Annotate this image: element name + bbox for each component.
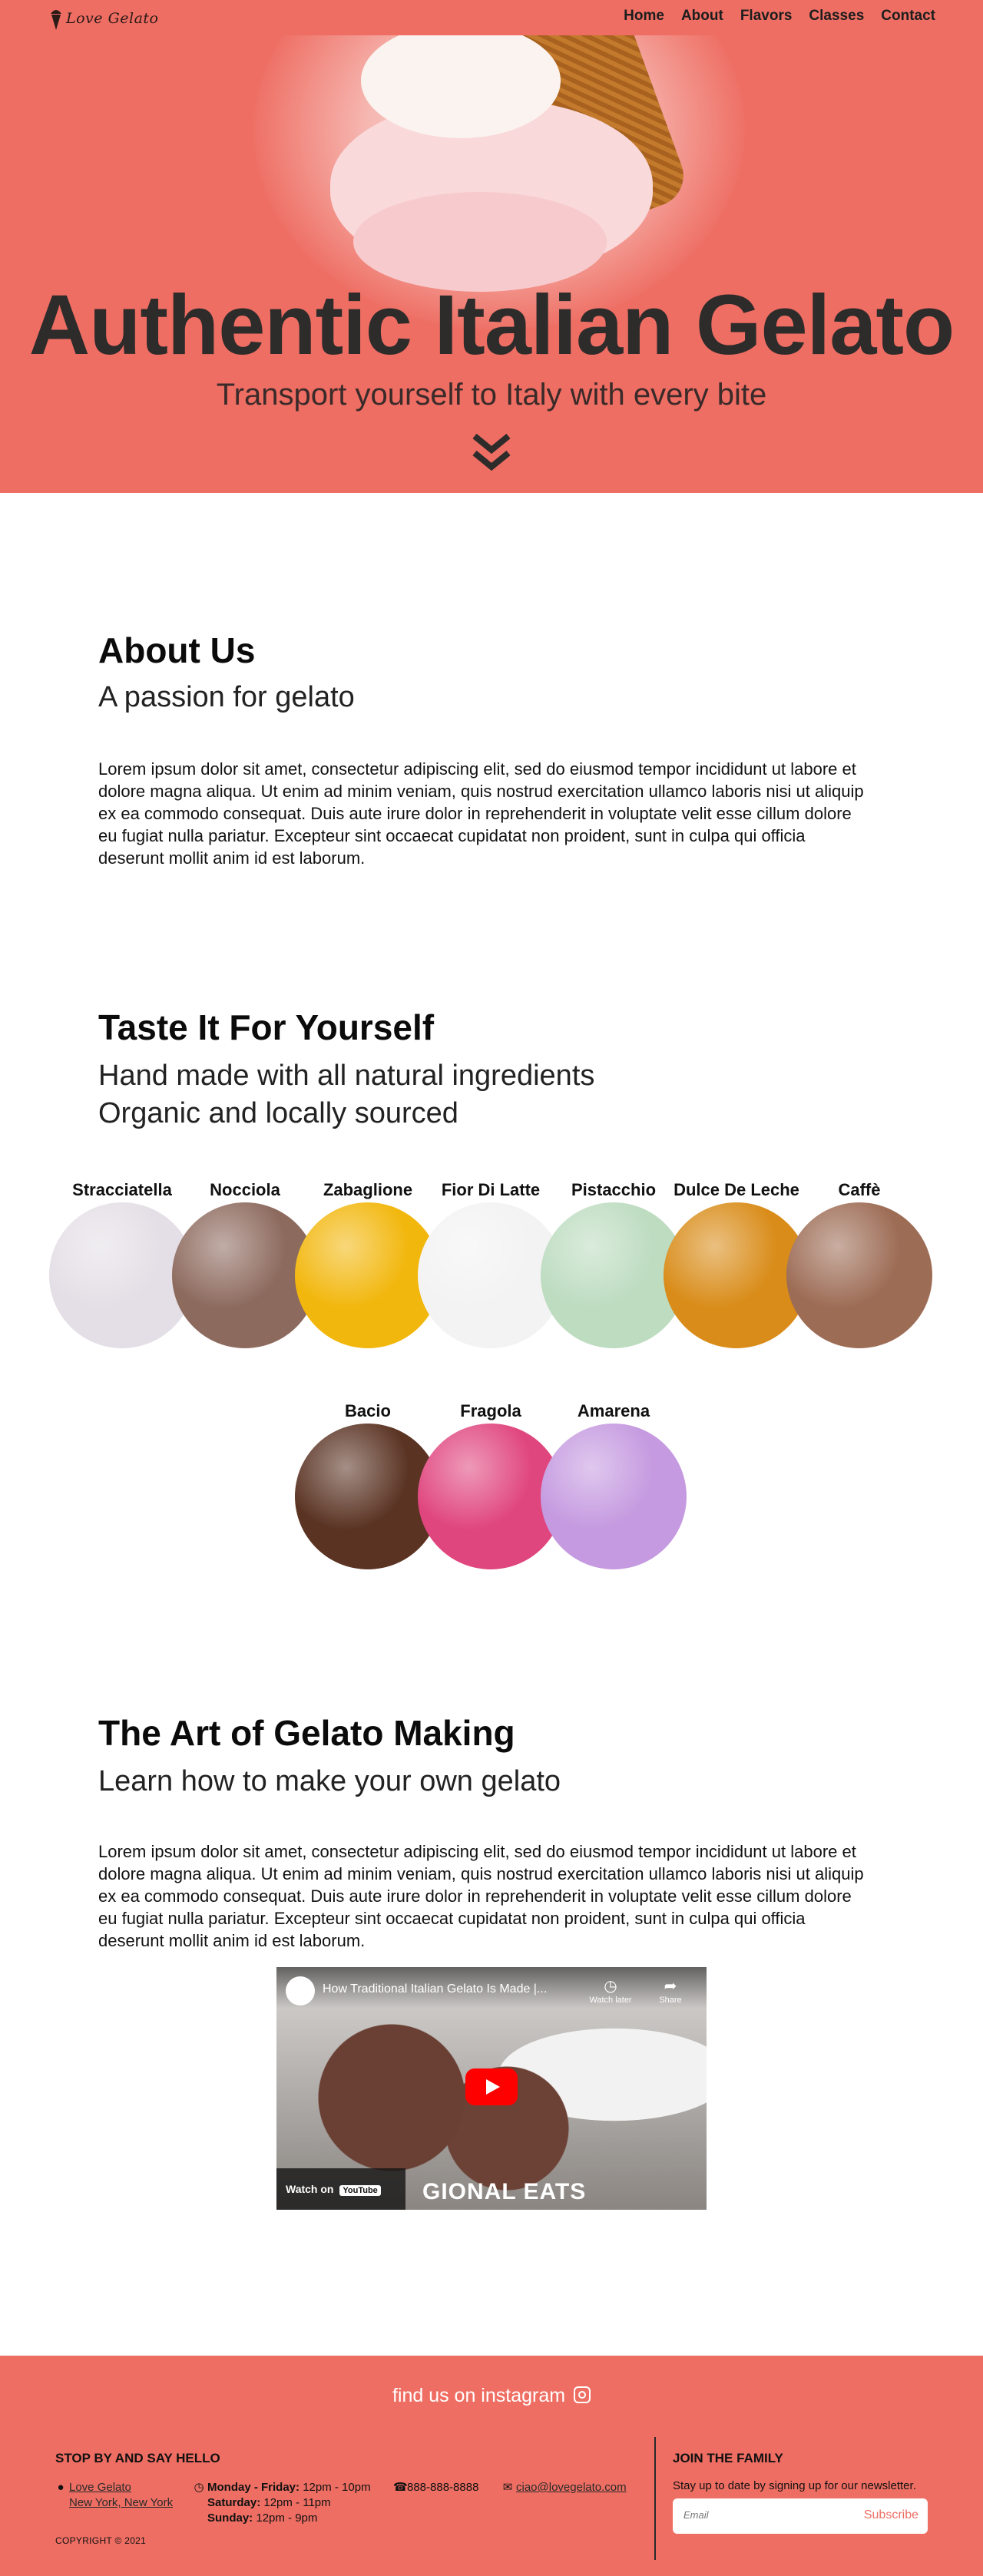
logo-text: Love Gelato bbox=[66, 10, 159, 27]
phone-block: ☎888-888-8888 bbox=[393, 2480, 478, 2495]
art-subtitle: Learn how to make your own gelato bbox=[98, 1765, 561, 1797]
location-pin-icon: ● bbox=[57, 2481, 65, 2494]
about-title: About Us bbox=[98, 630, 256, 670]
nav-link-classes[interactable]: Classes bbox=[809, 8, 864, 25]
newsletter-email-input[interactable] bbox=[683, 2509, 852, 2521]
hello-heading: STOP BY AND SAY HELLO bbox=[55, 2451, 220, 2465]
hours-time: 12pm - 10pm bbox=[303, 2481, 371, 2494]
hours-days: Sunday: bbox=[207, 2512, 253, 2525]
about-subtitle: A passion for gelato bbox=[98, 681, 355, 713]
watch-later-label: Watch later bbox=[589, 1996, 632, 2005]
flavor-card-amarena[interactable]: Amarena bbox=[541, 1379, 687, 1569]
site-footer: find us on instagram STOP BY AND SAY HEL… bbox=[0, 2356, 983, 2576]
family-heading: JOIN THE FAMILY bbox=[673, 2451, 783, 2465]
video-title[interactable]: How Traditional Italian Gelato Is Made |… bbox=[323, 1982, 547, 1996]
family-text: Stay up to date by signing up for our ne… bbox=[673, 2479, 916, 2492]
address-line2-link[interactable]: New York, New York bbox=[69, 2496, 173, 2509]
hero-section: Authentic Italian Gelato Transport yours… bbox=[0, 0, 983, 493]
watch-on-youtube-button[interactable]: Watch on YouTube bbox=[276, 2168, 405, 2210]
address-line1-link[interactable]: Love Gelato bbox=[69, 2481, 131, 2494]
footer-divider bbox=[654, 2437, 656, 2560]
nav-links: Home About Flavors Classes Contact bbox=[624, 8, 935, 25]
hero-title: Authentic Italian Gelato bbox=[28, 278, 955, 372]
flavor-name: Caffè bbox=[838, 1180, 881, 1199]
flavor-image bbox=[786, 1202, 932, 1348]
subscribe-button[interactable]: Subscribe bbox=[864, 2508, 918, 2522]
about-body: Lorem ipsum dolor sit amet, consectetur … bbox=[98, 759, 864, 868]
newsletter-form: Subscribe bbox=[673, 2498, 928, 2534]
email-block: ✉ ciao@lovegelato.com bbox=[502, 2480, 627, 2495]
nav-link-contact[interactable]: Contact bbox=[881, 8, 935, 25]
nav-link-home[interactable]: Home bbox=[624, 8, 664, 25]
clock-icon: ◷ bbox=[194, 2481, 204, 2494]
art-title: The Art of Gelato Making bbox=[98, 1713, 515, 1753]
flavor-name: Amarena bbox=[577, 1401, 650, 1420]
watch-on-label: Watch on bbox=[286, 2183, 334, 2195]
watch-later-button[interactable]: ◷ Watch later bbox=[584, 1976, 637, 2005]
youtube-video-embed[interactable]: How Traditional Italian Gelato Is Made |… bbox=[276, 1967, 707, 2210]
site-logo[interactable]: Love Gelato bbox=[49, 5, 158, 32]
hero-subtitle: Transport yourself to Italy with every b… bbox=[216, 378, 767, 412]
youtube-logo: YouTube bbox=[339, 2185, 381, 2196]
taste-subtitle-line1: Hand made with all natural ingredients bbox=[98, 1060, 595, 1092]
taste-title: Taste It For Yourself bbox=[98, 1007, 435, 1047]
phone-icon: ☎ bbox=[393, 2481, 408, 2494]
video-brand-text: GIONAL EATS bbox=[422, 2179, 587, 2204]
share-label: Share bbox=[659, 1996, 682, 2005]
ice-cream-cone-icon bbox=[51, 10, 61, 30]
instagram-icon bbox=[574, 2386, 591, 2403]
hours-time: 12pm - 11pm bbox=[263, 2496, 331, 2509]
hours-days: Monday - Friday: bbox=[207, 2481, 300, 2494]
address-block: ● Love Gelato New York, New York bbox=[55, 2480, 173, 2511]
envelope-icon: ✉ bbox=[502, 2481, 513, 2494]
nav-link-about[interactable]: About bbox=[681, 8, 723, 25]
copyright-text: COPYRIGHT © 2021 bbox=[55, 2535, 147, 2546]
gelato-scoop-image bbox=[361, 23, 561, 138]
email-link[interactable]: ciao@lovegelato.com bbox=[516, 2481, 627, 2494]
scroll-down-chevron-icon[interactable] bbox=[470, 432, 513, 475]
channel-avatar[interactable] bbox=[286, 1976, 315, 2006]
clock-icon: ◷ bbox=[604, 1978, 617, 1995]
flavor-card-caffe[interactable]: Caffè bbox=[786, 1158, 932, 1348]
share-button[interactable]: ➦ Share bbox=[644, 1976, 697, 2005]
share-icon: ➦ bbox=[664, 1978, 677, 1995]
nav-link-flavors[interactable]: Flavors bbox=[740, 8, 793, 25]
hours-block: ◷ Monday - Friday: 12pm - 10pm Saturday: … bbox=[194, 2480, 371, 2526]
art-body: Lorem ipsum dolor sit amet, consectetur … bbox=[98, 1842, 864, 1950]
instagram-label: find us on instagram bbox=[392, 2385, 566, 2406]
top-navbar: Love Gelato Home About Flavors Classes C… bbox=[0, 0, 983, 35]
flavor-image bbox=[541, 1424, 687, 1569]
phone-number[interactable]: 888-888-8888 bbox=[407, 2481, 478, 2494]
taste-subtitle-line2: Organic and locally sourced bbox=[98, 1097, 458, 1129]
play-button[interactable] bbox=[465, 2068, 518, 2105]
instagram-link[interactable]: find us on instagram bbox=[0, 2385, 983, 2407]
hours-days: Saturday: bbox=[207, 2496, 261, 2509]
hours-time: 12pm - 9pm bbox=[256, 2512, 318, 2525]
